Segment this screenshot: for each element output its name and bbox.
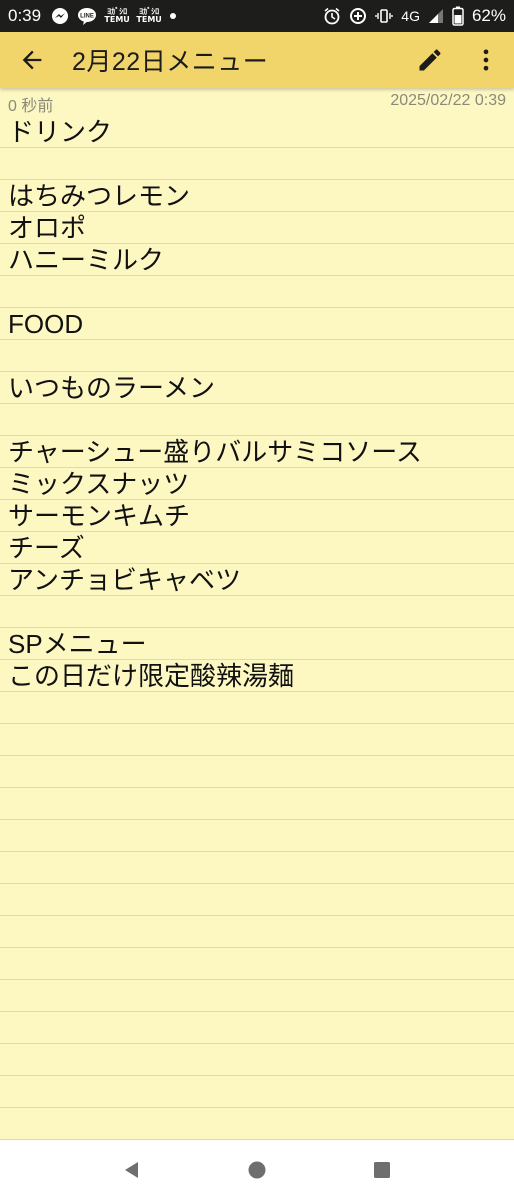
note-line: オロポ	[8, 213, 87, 243]
note-line: ハニーミルク	[8, 245, 165, 275]
note-line: FOOD	[8, 309, 84, 339]
note-line	[8, 276, 508, 308]
nav-home-button[interactable]	[227, 1140, 287, 1200]
vibrate-icon	[375, 7, 393, 25]
network-type-label: 4G	[401, 8, 420, 24]
recents-square-icon	[373, 1162, 390, 1178]
note-line	[8, 340, 508, 372]
note-line: はちみつレモン	[8, 181, 191, 211]
note-line	[8, 148, 508, 180]
messenger-icon	[51, 7, 69, 25]
edited-ago: 0 秒前	[8, 98, 54, 115]
page-title: 2月22日メニュー	[72, 48, 269, 76]
note-line	[8, 596, 508, 628]
battery-icon	[452, 6, 464, 26]
note-line: アンチョビキャベツ	[8, 565, 241, 595]
note-line: SPメニュー	[8, 629, 147, 659]
status-bar: 0:39 LINE ﾖｶﾞｼﾛ TEMU ﾖｶﾞｼﾛ TEMU 4G 62%	[0, 0, 514, 32]
line-icon: LINE	[77, 7, 97, 25]
note-meta: 0 秒前 2025/02/22 0:39	[0, 92, 514, 116]
dot-icon	[169, 12, 177, 20]
app-bar: 2月22日メニュー	[0, 32, 514, 88]
note-line: チャーシュー盛りバルサミコソース	[8, 437, 422, 467]
home-circle-icon	[248, 1161, 266, 1179]
note-datetime: 2025/02/22 0:39	[390, 92, 506, 109]
nav-back-button[interactable]	[102, 1140, 162, 1200]
status-notification-icons: LINE ﾖｶﾞｼﾛ TEMU ﾖｶﾞｼﾛ TEMU	[51, 7, 323, 25]
note-line: ミックスナッツ	[8, 469, 190, 499]
more-options-button[interactable]	[458, 32, 514, 88]
alarm-icon	[323, 7, 341, 25]
pencil-icon	[419, 49, 441, 71]
nav-recents-button[interactable]	[352, 1140, 412, 1200]
note-line: いつものラーメン	[8, 373, 215, 403]
temu-icon: ﾖｶﾞｼﾛ TEMU	[136, 7, 162, 24]
back-triangle-icon	[125, 1162, 139, 1178]
note-line	[8, 404, 508, 436]
signal-icon	[428, 8, 444, 24]
more-vert-icon	[483, 49, 489, 71]
note-line: この日だけ限定酸辣湯麺	[8, 661, 295, 691]
status-system-icons: 4G 62%	[323, 6, 506, 26]
note-line: ドリンク	[8, 117, 113, 147]
edit-button[interactable]	[402, 32, 458, 88]
arrow-back-icon	[22, 50, 42, 70]
temu-icon: ﾖｶﾞｼﾛ TEMU	[104, 7, 130, 24]
note-line: サーモンキムチ	[8, 501, 191, 531]
battery-percent: 62%	[471, 6, 506, 25]
svg-text:LINE: LINE	[80, 14, 94, 20]
note-line: チーズ	[8, 533, 85, 563]
back-button[interactable]	[0, 32, 64, 88]
status-time: 0:39	[8, 6, 42, 25]
data-saver-icon	[349, 7, 367, 25]
system-nav-bar	[0, 1140, 514, 1200]
note-body[interactable]: ドリンク はちみつレモン オロポ ハニーミルク FOOD いつものラーメン チャ…	[0, 116, 514, 1140]
